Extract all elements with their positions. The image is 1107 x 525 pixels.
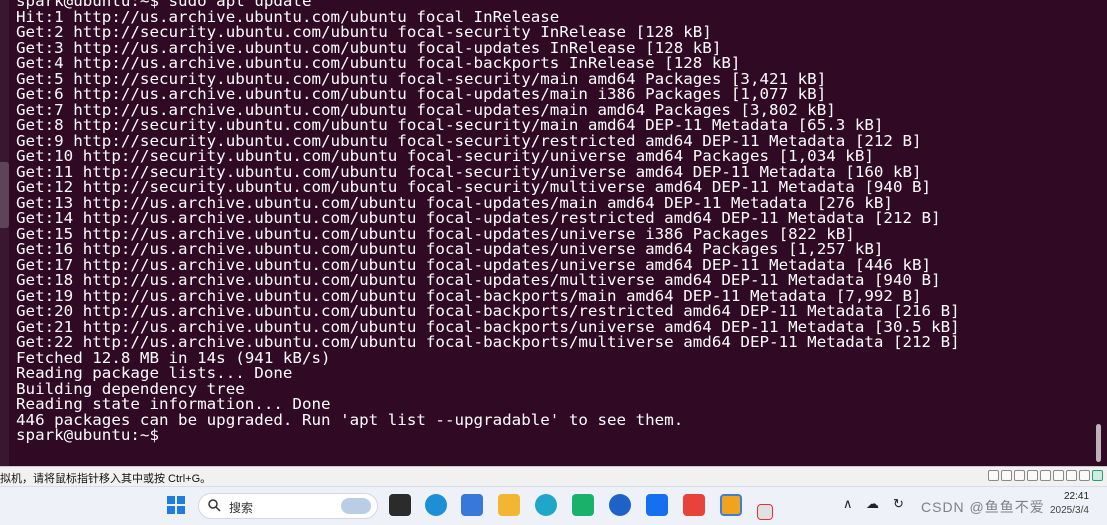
snip-icon[interactable]: [757, 504, 773, 520]
terminal-line: Get:14 http://us.archive.ubuntu.com/ubun…: [16, 210, 941, 227]
left-panel-strip: [0, 0, 9, 466]
terminal-line: Get:8 http://security.ubuntu.com/ubuntu …: [16, 117, 884, 134]
terminal-line: Get:20 http://us.archive.ubuntu.com/ubun…: [16, 303, 960, 320]
search-icon: [208, 499, 221, 517]
network-icon[interactable]: [1014, 470, 1025, 481]
terminal-scrollbar[interactable]: [1096, 424, 1101, 462]
terminal-line: Get:19 http://us.archive.ubuntu.com/ubun…: [16, 287, 922, 305]
printer-icon[interactable]: [1027, 470, 1038, 481]
terminal-window[interactable]: spark@ubuntu:~$ sudo apt update Hit:1 htt…: [0, 0, 1107, 466]
terminal-line: Get:15 http://us.archive.ubuntu.com/ubun…: [16, 225, 855, 243]
display-icon[interactable]: [1066, 470, 1077, 481]
fullscreen-icon[interactable]: [1092, 470, 1103, 481]
terminal-line: Fetched 12.8 MB in 14s (941 kB/s): [16, 349, 331, 367]
terminal-line: Get:17 http://us.archive.ubuntu.com/ubun…: [16, 256, 932, 274]
terminal-line: Get:21 http://us.archive.ubuntu.com/ubun…: [16, 318, 960, 336]
left-panel-handle[interactable]: [0, 162, 9, 228]
taskbar-search[interactable]: 搜索: [198, 493, 378, 519]
terminal-line: Get:2 http://security.ubuntu.com/ubuntu …: [16, 24, 712, 41]
terminal-line: Reading package lists... Done: [16, 365, 293, 382]
chevron-up-icon[interactable]: ∧: [843, 496, 853, 512]
search-highlight-icon: [341, 498, 371, 514]
kanban-icon[interactable]: [646, 494, 668, 516]
terminal-line: Get:5 http://security.ubuntu.com/ubuntu …: [16, 70, 827, 88]
hdd-icon[interactable]: [988, 470, 999, 481]
terminal-line: Get:18 http://us.archive.ubuntu.com/ubun…: [16, 272, 941, 289]
terminal-line: Reading state information... Done: [16, 396, 331, 413]
sound-icon[interactable]: [1040, 470, 1051, 481]
cloud-icon[interactable]: ☁: [866, 496, 879, 512]
terminal-line: Get:4 http://us.archive.ubuntu.com/ubunt…: [16, 55, 741, 72]
terminal-line: Get:6 http://us.archive.ubuntu.com/ubunt…: [16, 86, 827, 103]
ai-app-icon[interactable]: [535, 494, 557, 516]
folder-icon[interactable]: [498, 494, 520, 516]
windows-start-icon[interactable]: [165, 494, 187, 516]
terminal-line: Get:9 http://security.ubuntu.com/ubuntu …: [16, 132, 922, 150]
clock-date[interactable]: 2025/3/4: [1050, 505, 1089, 516]
terminal-line: 446 packages can be upgraded. Run 'apt l…: [16, 411, 684, 429]
sync-icon[interactable]: ↻: [893, 496, 904, 512]
terminal-line: Get:22 http://us.archive.ubuntu.com/ubun…: [16, 334, 960, 351]
clock-time[interactable]: 22:41: [1064, 491, 1089, 502]
terminal-line: Get:7 http://us.archive.ubuntu.com/ubunt…: [16, 101, 836, 119]
edge-browser-icon[interactable]: [425, 494, 447, 516]
cd-icon[interactable]: [1001, 470, 1012, 481]
terminal-line: Get:16 http://us.archive.ubuntu.com/ubun…: [16, 241, 884, 258]
windows-taskbar: 搜索 ∧ ☁ ↻ CSDN @鱼鱼不爱 22:41 2025/3/4: [0, 486, 1107, 525]
vmware-icon[interactable]: [720, 494, 742, 516]
terminal-line: spark@ubuntu:~$: [16, 427, 159, 444]
arrow-app-icon[interactable]: [609, 494, 631, 516]
message-icon[interactable]: [1079, 470, 1090, 481]
terminal-line: Get:10 http://security.ubuntu.com/ubuntu…: [16, 148, 874, 165]
chat-icon[interactable]: [572, 494, 594, 516]
store-icon[interactable]: [461, 494, 483, 516]
file-manager-icon[interactable]: [389, 494, 411, 516]
usb-icon[interactable]: [1053, 470, 1064, 481]
csdn-watermark: CSDN @鱼鱼不爱: [921, 499, 1045, 515]
terminal-line: Get:3 http://us.archive.ubuntu.com/ubunt…: [16, 39, 722, 57]
terminal-line: Get:11 http://security.ubuntu.com/ubuntu…: [16, 163, 922, 181]
terminal-line: Get:13 http://us.archive.ubuntu.com/ubun…: [16, 194, 893, 212]
terminal-line: Building dependency tree: [16, 380, 245, 398]
wps-icon[interactable]: [683, 494, 705, 516]
terminal-line: Get:12 http://security.ubuntu.com/ubuntu…: [16, 179, 932, 196]
vm-device-icons: [988, 470, 1103, 481]
terminal-line: Hit:1 http://us.archive.ubuntu.com/ubunt…: [16, 8, 560, 26]
vm-hint-text: 拟机，请将鼠标指针移入其中或按 Ctrl+G。: [0, 473, 212, 485]
terminal-output: spark@ubuntu:~$ sudo apt update Hit:1 htt…: [16, 0, 960, 444]
vm-status-bar: 拟机，请将鼠标指针移入其中或按 Ctrl+G。: [0, 466, 1107, 487]
search-label: 搜索: [229, 501, 254, 515]
